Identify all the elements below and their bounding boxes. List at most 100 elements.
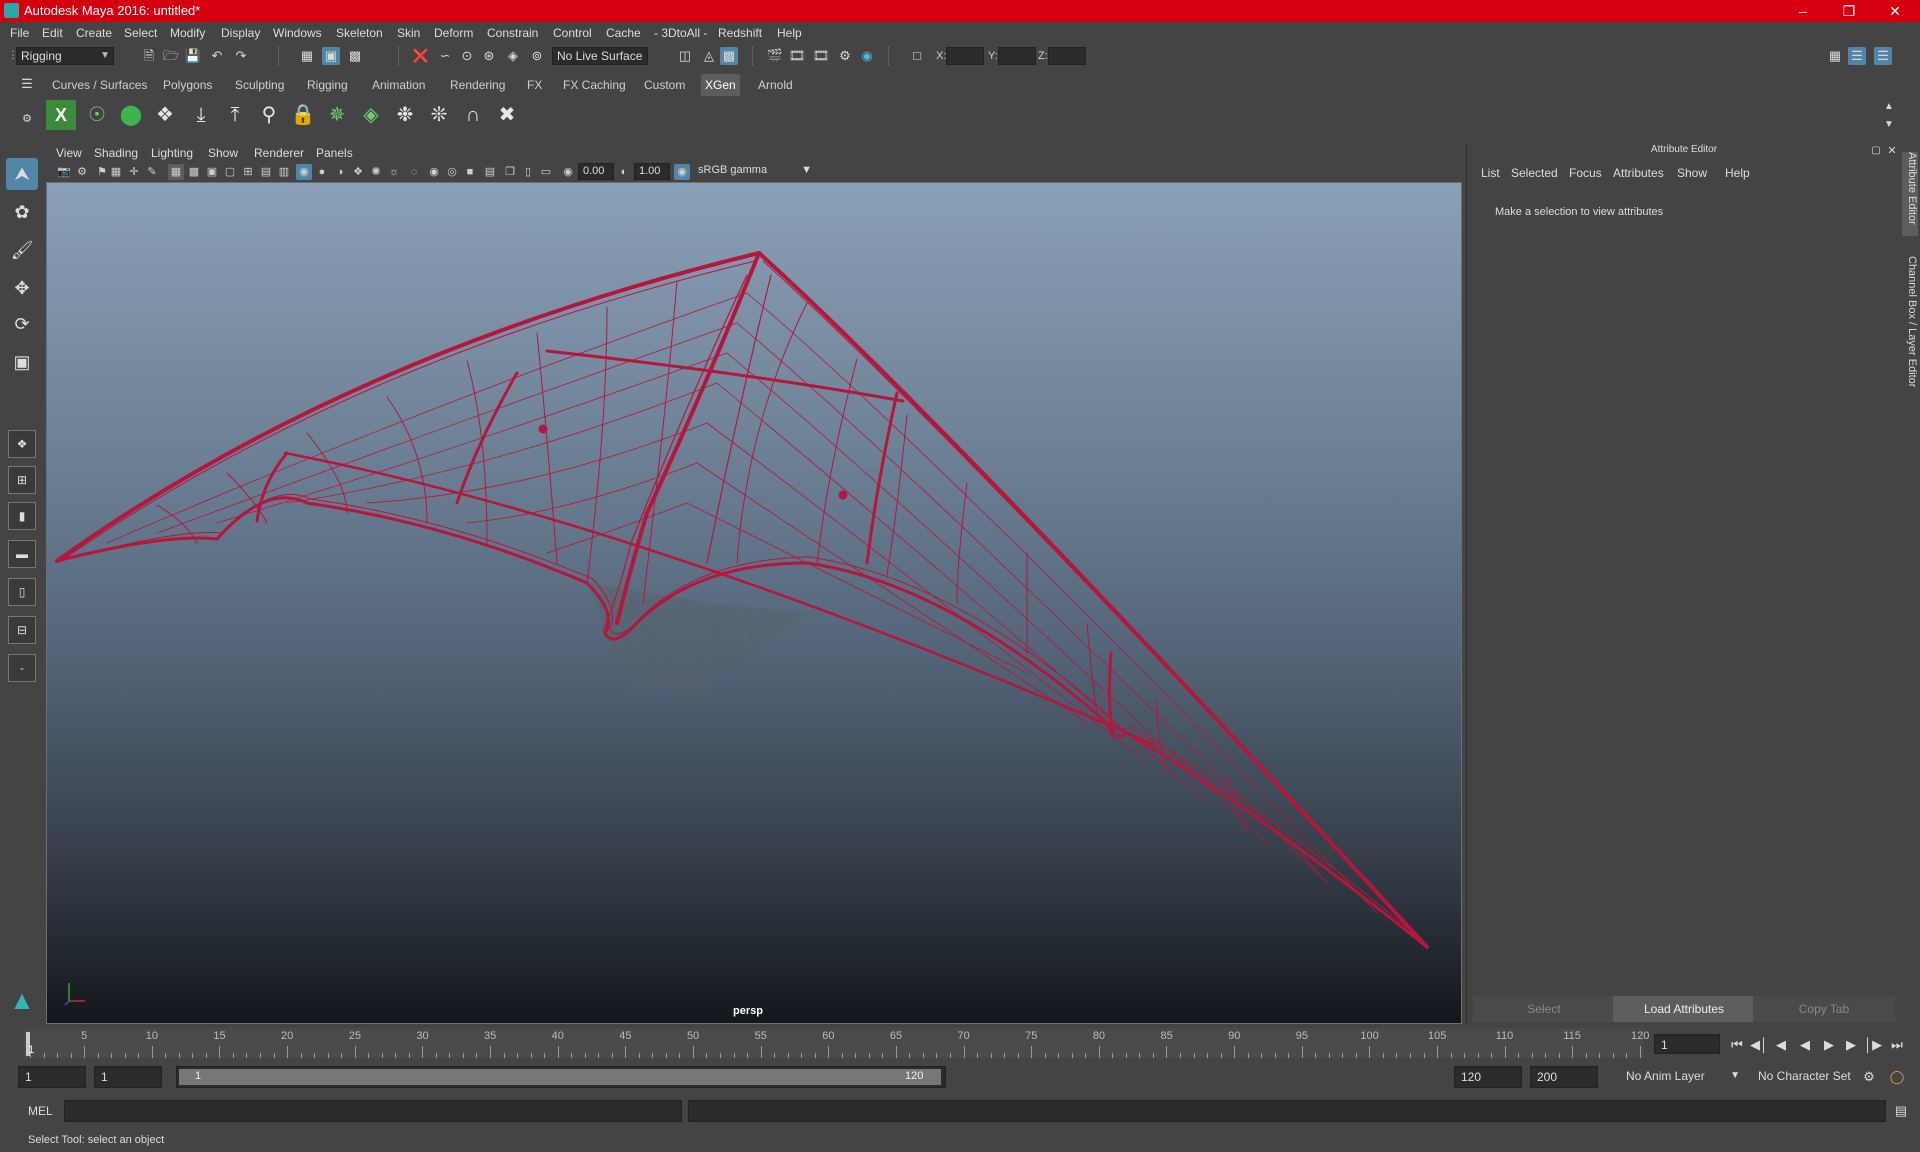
snap-surface-icon[interactable]: ◈	[504, 47, 522, 65]
tab-fx-caching[interactable]: FX Caching	[559, 74, 630, 96]
xgen-comb-icon[interactable]: ❊	[424, 100, 454, 130]
safe-action-icon[interactable]: ▤	[258, 164, 274, 180]
undo-icon[interactable]: ↶	[208, 47, 226, 65]
color-space-dropdown[interactable]: sRGB gamma ▼	[694, 163, 814, 180]
attr-menu-show[interactable]: Show	[1677, 166, 1707, 180]
menu-control[interactable]: Control	[553, 26, 592, 40]
range-slider[interactable]: 1 120	[176, 1066, 946, 1088]
tab-polygons[interactable]: Polygons	[159, 74, 216, 96]
xgen-guide-length-icon[interactable]: ⚲	[254, 100, 284, 130]
shelf-scroll-up-icon[interactable]: ▲	[1880, 98, 1898, 116]
shelf-menu-icon[interactable]: ☰	[18, 75, 36, 93]
auto-key-icon[interactable]: ◯	[1888, 1068, 1906, 1086]
minimize-button[interactable]: –	[1780, 0, 1826, 22]
xgen-create-description-icon[interactable]: ⬤	[116, 100, 146, 130]
render-view-icon[interactable]: 🎬	[766, 47, 784, 65]
menu-file[interactable]: File	[10, 26, 29, 40]
xgen-lock-guide-icon[interactable]: 🔒	[288, 100, 318, 130]
tab-rendering[interactable]: Rendering	[446, 74, 509, 96]
outliner-persp-layout-icon[interactable]: ▯	[8, 578, 36, 606]
anim-layer-dropdown[interactable]: No Anim Layer ▼	[1620, 1066, 1744, 1088]
menu-3dtoall[interactable]: - 3DtoAll -	[654, 26, 707, 40]
select-hierarchy-icon[interactable]: ▦	[298, 47, 316, 65]
range-slider-handle[interactable]	[179, 1069, 941, 1085]
image-plane-icon[interactable]: ▦	[108, 164, 124, 180]
2d-pan-zoom-icon[interactable]: ✛	[126, 164, 142, 180]
playback-end-field[interactable]: 120	[1454, 1066, 1522, 1088]
menu-display[interactable]: Display	[221, 26, 260, 40]
resolution-gate-icon[interactable]: ▣	[204, 164, 220, 180]
character-set-dropdown[interactable]: No Character Set	[1752, 1066, 1864, 1088]
start-time-field[interactable]: 1	[18, 1066, 86, 1088]
end-time-field[interactable]: 200	[1530, 1066, 1598, 1088]
xgen-bend-icon[interactable]: ∩	[458, 100, 488, 130]
transform-constraint-icon[interactable]: □	[908, 47, 926, 65]
textured-icon[interactable]: ❖	[350, 164, 366, 180]
menu-constrain[interactable]: Constrain	[487, 26, 538, 40]
save-scene-icon[interactable]: 💾	[184, 47, 202, 65]
camera-icon[interactable]: 📷	[56, 164, 72, 180]
shelf-options-icon[interactable]: ⚙	[18, 110, 36, 128]
attr-menu-help[interactable]: Help	[1725, 166, 1750, 180]
gamma-icon[interactable]: ◐	[616, 164, 632, 180]
camera-attrs-icon[interactable]: ⚙	[74, 164, 90, 180]
xray-icon[interactable]: ❐	[502, 164, 518, 180]
go-to-start-icon[interactable]: ⏮	[1728, 1036, 1746, 1054]
select-button[interactable]: Select	[1473, 996, 1615, 1022]
close-window-button[interactable]: ✕	[1872, 0, 1918, 22]
persp-outliner-layout-icon[interactable]: ▬	[8, 540, 36, 568]
panel-menu-renderer[interactable]: Renderer	[254, 146, 304, 160]
anti-aliasing-icon[interactable]: ◎	[444, 164, 460, 180]
layout-options-icon[interactable]: -	[8, 654, 36, 682]
close-panel-icon[interactable]: ✕	[1883, 142, 1901, 160]
isolate-select-icon[interactable]: ▤	[482, 164, 498, 180]
four-view-layout-icon[interactable]: ⊞	[8, 466, 36, 494]
current-frame-field[interactable]: 1	[1654, 1034, 1720, 1054]
output-ops-icon[interactable]: ◬	[700, 47, 718, 65]
menu-create[interactable]: Create	[76, 26, 112, 40]
xgen-sculpt-guide-icon[interactable]: ⤒	[220, 100, 250, 130]
input-ops-icon[interactable]: ◫	[676, 47, 694, 65]
scale-tool-icon[interactable]: ▣	[6, 346, 38, 378]
snap-curve-icon[interactable]: ∽	[436, 47, 454, 65]
menu-modify[interactable]: Modify	[170, 26, 205, 40]
xgen-add-guide-icon[interactable]: ⤓	[186, 100, 216, 130]
hypershade-icon[interactable]: ◉	[858, 47, 876, 65]
tab-attribute-editor[interactable]: Attribute Editor	[1902, 152, 1918, 236]
step-back-frame-icon[interactable]: ◀│	[1750, 1036, 1768, 1054]
snap-view-icon[interactable]: ⊛	[480, 47, 498, 65]
wireframe-icon[interactable]: ◉	[296, 164, 312, 180]
xray-joints-icon[interactable]: ▯	[520, 164, 536, 180]
y-coord-field[interactable]	[998, 47, 1036, 65]
grease-pencil-icon[interactable]: ✎	[144, 164, 160, 180]
play-backwards-icon[interactable]: ◀	[1796, 1036, 1814, 1054]
live-surface-field[interactable]: No Live Surface	[552, 47, 648, 65]
panel-menu-panels[interactable]: Panels	[316, 146, 353, 160]
xgen-cut-icon[interactable]: ❉	[390, 100, 420, 130]
xgen-delete-guide-icon[interactable]: ✖	[492, 100, 522, 130]
menu-cache[interactable]: Cache	[606, 26, 641, 40]
rotate-tool-icon[interactable]: ⟳	[6, 308, 38, 340]
gamma-field[interactable]: 1.00	[634, 163, 670, 180]
playback-start-field[interactable]: 1	[94, 1066, 162, 1088]
xgen-grow-icon[interactable]: ◈	[356, 100, 386, 130]
panel-menu-lighting[interactable]: Lighting	[151, 146, 193, 160]
tab-curves-surfaces[interactable]: Curves / Surfaces	[48, 74, 151, 96]
grid-toggle-icon[interactable]: ▦	[168, 164, 184, 180]
move-tool-icon[interactable]: ✥	[6, 272, 38, 304]
persp-graph-layout-icon[interactable]: ▮	[8, 502, 36, 530]
attr-menu-list[interactable]: List	[1481, 166, 1500, 180]
render-settings-icon[interactable]: ⚙	[836, 47, 854, 65]
snap-grid-icon[interactable]: ❌	[412, 47, 430, 65]
wireframe-on-shaded-icon[interactable]: ◑	[332, 164, 348, 180]
xgen-place-guides-icon[interactable]: ❖	[150, 100, 180, 130]
tab-sculpting[interactable]: Sculpting	[231, 74, 288, 96]
kite-wireframe-model[interactable]	[47, 183, 1462, 1024]
screen-space-ao-icon[interactable]: ◌	[406, 164, 422, 180]
outliner-graph-layout-icon[interactable]: ⊟	[8, 616, 36, 644]
ipr-render-icon[interactable]: 🎞	[812, 47, 830, 65]
gate-mask-icon[interactable]: ▢	[222, 164, 238, 180]
render-current-icon[interactable]: 🎞	[788, 47, 806, 65]
xgen-preview-icon[interactable]: ☉	[82, 100, 112, 130]
load-attributes-button[interactable]: Load Attributes	[1613, 996, 1755, 1022]
